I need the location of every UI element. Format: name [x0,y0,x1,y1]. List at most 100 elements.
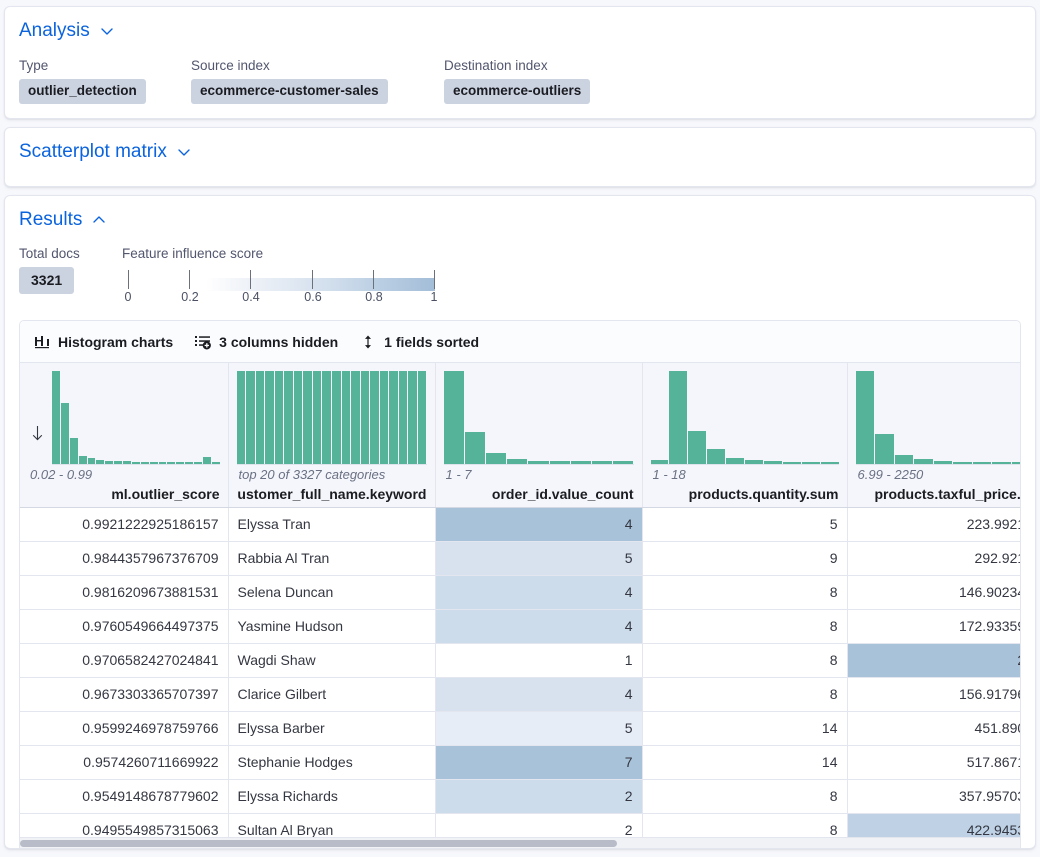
histogram-bar [895,455,914,464]
cell-order_id.value_count[interactable]: 2 [435,780,642,814]
cell-customer_full_name.keyword[interactable]: Elyssa Tran [228,508,435,542]
histogram-bar [61,403,69,464]
columns-hidden-button[interactable]: 3 columns hidden [195,334,338,350]
cell-products.taxful_price.sum[interactable]: 156.91796875 [847,678,1020,712]
histogram-bar [380,371,389,464]
scrollbar-thumb[interactable] [20,840,617,847]
column-field-name[interactable]: ml.outlier_score [28,486,220,502]
cell-products.quantity.sum[interactable]: 8 [642,678,847,712]
cell-products.quantity.sum[interactable]: 5 [642,508,847,542]
table-row[interactable]: 0.9549148678779602Elyssa Richards28357.9… [20,780,1020,814]
cell-customer_full_name.keyword[interactable]: Rabbia Al Tran [228,542,435,576]
cell-customer_full_name.keyword[interactable]: Clarice Gilbert [228,678,435,712]
cell-products.taxful_price.sum[interactable]: 172.93359375 [847,610,1020,644]
cell-order_id.value_count[interactable]: 1 [435,644,642,678]
histogram-bar [707,449,725,464]
cell-ml.outlier_score[interactable]: 0.9549148678779602 [20,780,228,814]
cell-products.taxful_price.sum[interactable]: 357.95703125 [847,780,1020,814]
sort-descending-icon [30,425,45,445]
table-row[interactable]: 0.9599246978759766Elyssa Barber514451.89… [20,712,1020,746]
column-field-name[interactable]: products.quantity.sum [651,486,839,502]
scatterplot-accordion-header[interactable]: Scatterplot matrix [19,140,1021,164]
table-row[interactable]: 0.9816209673881531Selena Duncan48146.902… [20,576,1020,610]
cell-products.quantity.sum[interactable]: 14 [642,712,847,746]
cell-ml.outlier_score[interactable]: 0.9574260711669922 [20,746,228,780]
column-field-name[interactable]: products.taxful_price.sum [856,486,1021,502]
column-range-label: top 20 of 3327 categories [239,467,427,482]
cell-customer_full_name.keyword[interactable]: Wagdi Shaw [228,644,435,678]
analysis-field-type: Type outlier_detection [19,57,191,104]
histogram-charts-button[interactable]: Histogram charts [34,334,173,350]
results-accordion-header[interactable]: Results [19,208,1021,232]
cell-products.taxful_price.sum[interactable]: 146.90234375 [847,576,1020,610]
table-row[interactable]: 0.9921222925186157Elyssa Tran45223.99218… [20,508,1020,542]
cell-ml.outlier_score[interactable]: 0.9921222925186157 [20,508,228,542]
cell-products.quantity.sum[interactable]: 8 [642,576,847,610]
histogram-bar [408,371,417,464]
table-row[interactable]: 0.9673303365707397Clarice Gilbert48156.9… [20,678,1020,712]
table-row[interactable]: 0.9706582427024841Wagdi Shaw182250 [20,644,1020,678]
cell-ml.outlier_score[interactable]: 0.9706582427024841 [20,644,228,678]
histogram-bar [418,371,427,464]
cell-order_id.value_count[interactable]: 4 [435,678,642,712]
histogram-bar [669,371,687,464]
table-row[interactable]: 0.9844357967376709Rabbia Al Tran59292.92… [20,542,1020,576]
cell-ml.outlier_score[interactable]: 0.9816209673881531 [20,576,228,610]
cell-products.taxful_price.sum[interactable]: 517.8671875 [847,746,1020,780]
field-label: Type [19,57,191,75]
cell-products.quantity.sum[interactable]: 8 [642,644,847,678]
data-grid-scroll-area: 0.02 - 0.99 ml.outlier_score top 20 of 332… [20,363,1020,848]
chevron-down-icon[interactable] [99,23,115,39]
cell-products.taxful_price.sum[interactable]: 2250 [847,644,1020,678]
cell-customer_full_name.keyword[interactable]: Selena Duncan [228,576,435,610]
field-label: Destination index [444,57,704,75]
cell-ml.outlier_score[interactable]: 0.9599246978759766 [20,712,228,746]
column-header-products.quantity.sum[interactable]: 1 - 18products.quantity.sum [642,363,847,508]
fields-sorted-label: 1 fields sorted [384,334,479,350]
cell-ml.outlier_score[interactable]: 0.9844357967376709 [20,542,228,576]
analysis-accordion-header[interactable]: Analysis [19,19,1021,43]
table-row[interactable]: 0.9574260711669922Stephanie Hodges714517… [20,746,1020,780]
chevron-up-icon[interactable] [91,212,107,228]
cell-customer_full_name.keyword[interactable]: Elyssa Barber [228,712,435,746]
chart-header-row: 0.02 - 0.99 ml.outlier_score top 20 of 332… [20,363,1020,508]
column-header-products.taxful_price.sum[interactable]: 6.99 - 2250products.taxful_price.sum [847,363,1020,508]
histogram-baseline [237,464,427,465]
cell-ml.outlier_score[interactable]: 0.9673303365707397 [20,678,228,712]
cell-customer_full_name.keyword[interactable]: Elyssa Richards [228,780,435,814]
column-field-name[interactable]: customer_full_name.keyword [237,486,427,502]
cell-products.taxful_price.sum[interactable]: 292.921875 [847,542,1020,576]
cell-order_id.value_count[interactable]: 4 [435,610,642,644]
cell-customer_full_name.keyword[interactable]: Stephanie Hodges [228,746,435,780]
cell-products.quantity.sum[interactable]: 14 [642,746,847,780]
cell-customer_full_name.keyword[interactable]: Yasmine Hudson [228,610,435,644]
histogram-bar [351,371,360,464]
cell-order_id.value_count[interactable]: 5 [435,712,642,746]
column-field-name[interactable]: order_id.value_count [444,486,634,502]
fields-sorted-button[interactable]: 1 fields sorted [360,334,479,350]
table-row[interactable]: 0.9760549664497375Yasmine Hudson48172.93… [20,610,1020,644]
data-grid: Histogram charts 3 columns hidden [19,320,1021,848]
cell-order_id.value_count[interactable]: 7 [435,746,642,780]
column-header-ml.outlier_score[interactable]: 0.02 - 0.99 ml.outlier_score [20,363,228,508]
cell-products.quantity.sum[interactable]: 8 [642,780,847,814]
feature-influence-color-ramp: 0 0.2 0.4 0.6 0.8 1 [122,270,435,306]
cell-order_id.value_count[interactable]: 4 [435,508,642,542]
cell-ml.outlier_score[interactable]: 0.9760549664497375 [20,610,228,644]
histogram-bar [52,371,60,464]
cell-order_id.value_count[interactable]: 4 [435,576,642,610]
histogram-charts-label: Histogram charts [58,334,173,350]
analysis-panel: Analysis Type outlier_detection Source i… [4,6,1036,119]
column-header-order_id.value_count[interactable]: 1 - 7order_id.value_count [435,363,642,508]
cell-products.taxful_price.sum[interactable]: 223.9921875 [847,508,1020,542]
chevron-down-icon[interactable] [176,144,192,160]
histogram-baseline [52,464,220,465]
cell-products.taxful_price.sum[interactable]: 451.890625 [847,712,1020,746]
cell-products.quantity.sum[interactable]: 8 [642,610,847,644]
cell-products.quantity.sum[interactable]: 9 [642,542,847,576]
horizontal-scrollbar[interactable] [20,837,1020,848]
cell-order_id.value_count[interactable]: 5 [435,542,642,576]
column-range-label: 0.02 - 0.99 [30,467,220,482]
field-label: Source index [191,57,444,75]
column-header-customer_full_name.keyword[interactable]: top 20 of 3327 categories customer_full_n… [228,363,435,508]
